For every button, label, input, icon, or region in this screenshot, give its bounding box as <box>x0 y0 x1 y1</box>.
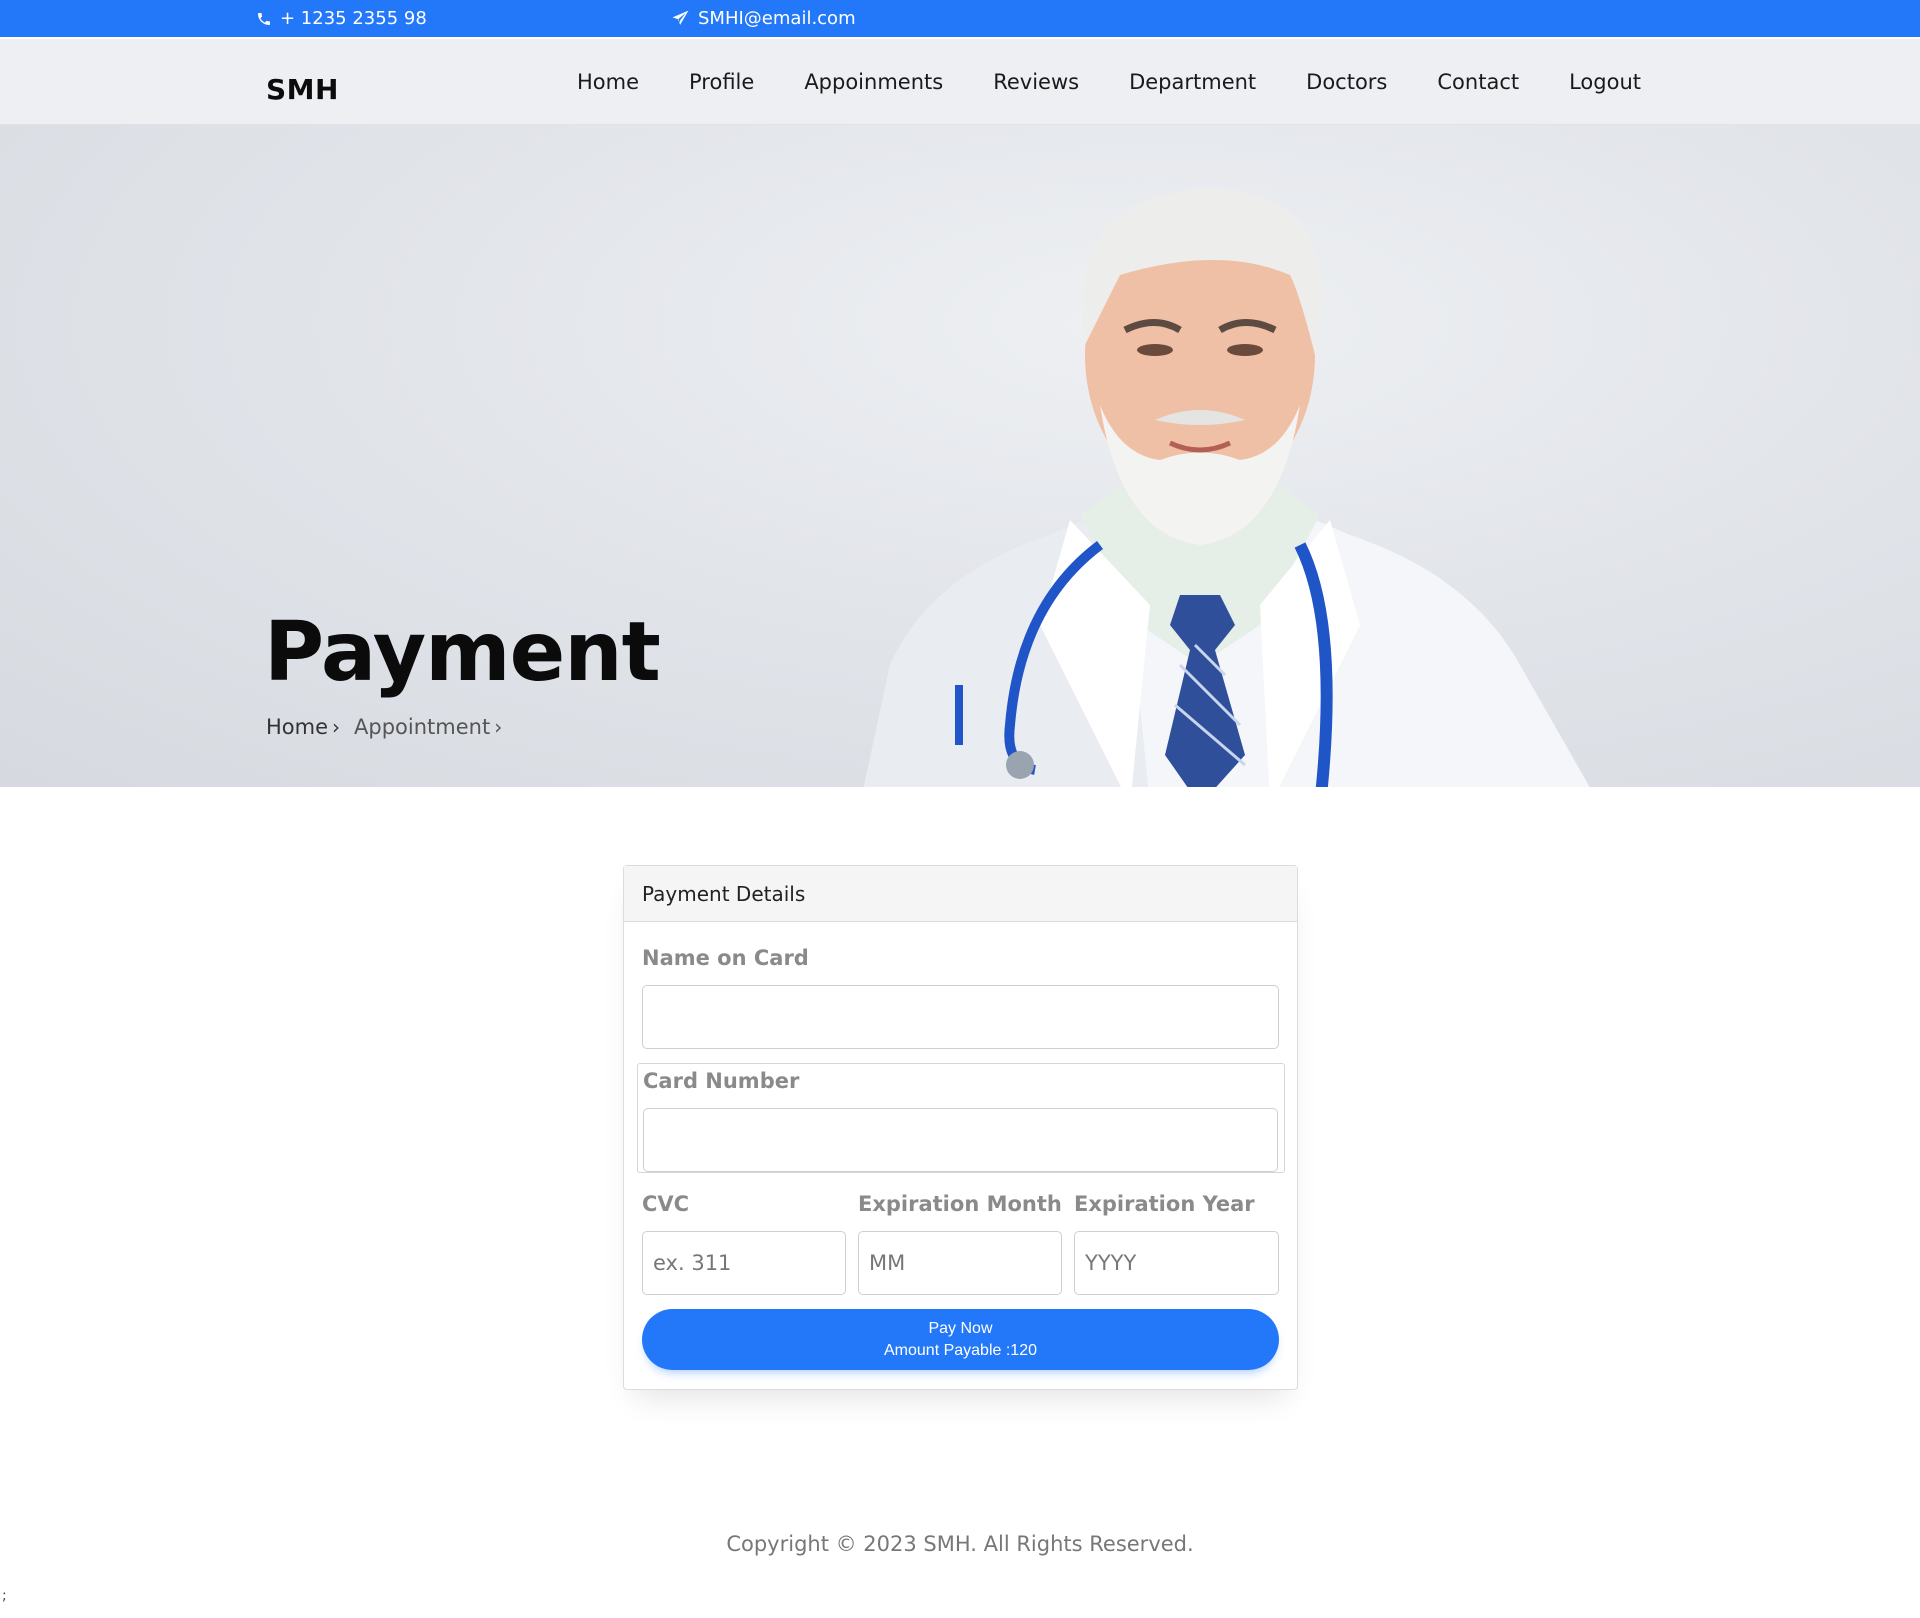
name-on-card-input[interactable] <box>642 985 1279 1049</box>
breadcrumb-appointment-label: Appointment <box>354 715 491 739</box>
expiration-year-input[interactable] <box>1074 1231 1279 1295</box>
nav-appointments[interactable]: Appoinments <box>804 70 943 94</box>
breadcrumb-home-label: Home <box>266 715 329 739</box>
cvc-input[interactable] <box>642 1231 846 1295</box>
email-address: SMHI@email.com <box>698 8 856 29</box>
nav-logout[interactable]: Logout <box>1569 70 1641 94</box>
pay-now-button[interactable]: Pay Now Amount Payable :120 <box>642 1309 1279 1370</box>
amount-payable-label: Amount Payable :120 <box>884 1341 1037 1359</box>
nav-reviews[interactable]: Reviews <box>993 70 1079 94</box>
cvc-label: CVC <box>642 1192 690 1216</box>
nav-department[interactable]: Department <box>1129 70 1256 94</box>
phone-contact[interactable]: + 1235 2355 98 <box>256 0 427 37</box>
expiration-year-label: Expiration Year <box>1074 1192 1255 1216</box>
expiration-month-label: Expiration Month <box>858 1192 1062 1216</box>
pay-now-label: Pay Now <box>928 1319 993 1337</box>
payment-card: Payment Details Name on Card Card Number… <box>623 865 1298 1390</box>
doctor-photo <box>863 188 1590 787</box>
top-contact-bar: + 1235 2355 98 SMHI@email.com <box>0 0 1920 37</box>
chevron-right-icon: › <box>332 715 341 739</box>
email-contact[interactable]: SMHI@email.com <box>671 0 856 37</box>
page-hero: Payment Home › Appointment › <box>0 125 1920 787</box>
main-nav: Home Profile Appoinments Reviews Departm… <box>577 39 1691 125</box>
nav-profile[interactable]: Profile <box>689 70 754 94</box>
card-number-label: Card Number <box>643 1069 800 1093</box>
site-logo[interactable]: SMH <box>266 73 339 106</box>
nav-home[interactable]: Home <box>577 70 639 94</box>
paper-plane-icon <box>672 10 689 25</box>
main-navbar: SMH Home Profile Appoinments Reviews Dep… <box>0 39 1920 125</box>
name-on-card-label: Name on Card <box>642 946 809 970</box>
stray-text: ; <box>2 1588 7 1604</box>
chevron-right-icon: › <box>494 715 503 739</box>
payment-card-header: Payment Details <box>624 866 1297 922</box>
footer-copyright: Copyright © 2023 SMH. All Rights Reserve… <box>726 1532 1194 1556</box>
phone-icon <box>258 12 270 25</box>
nav-doctors[interactable]: Doctors <box>1306 70 1387 94</box>
breadcrumb-home[interactable]: Home › <box>266 715 340 739</box>
card-number-input[interactable] <box>643 1108 1278 1172</box>
phone-number: + 1235 2355 98 <box>280 8 427 29</box>
expiration-month-input[interactable] <box>858 1231 1062 1295</box>
nav-contact[interactable]: Contact <box>1437 70 1519 94</box>
breadcrumb-appointment[interactable]: Appointment › <box>354 715 502 739</box>
page-title: Payment <box>264 605 661 700</box>
breadcrumb: Home › Appointment › <box>266 715 516 739</box>
